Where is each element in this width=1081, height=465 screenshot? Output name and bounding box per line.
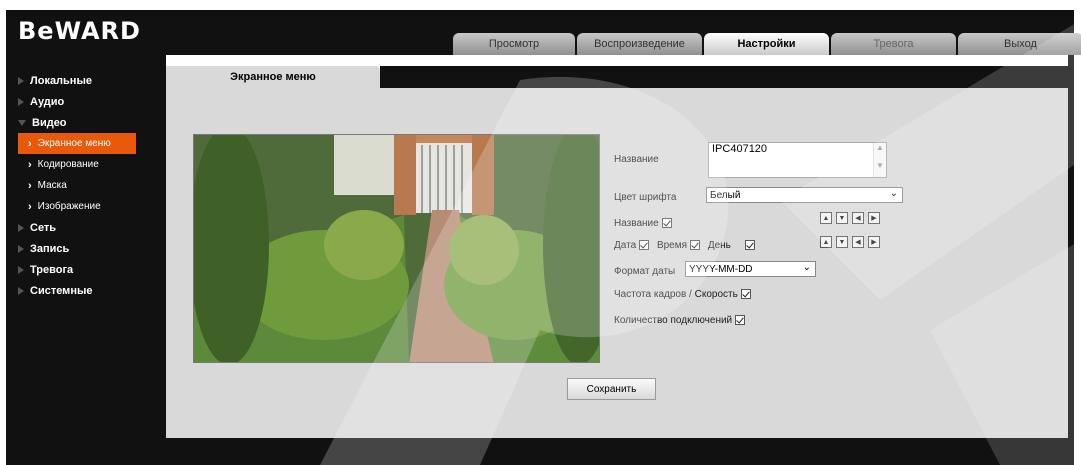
date-format-value: YYYY-MM-DD <box>689 263 753 275</box>
tab-view[interactable]: Просмотр <box>453 33 575 55</box>
date-down-button[interactable]: ▼ <box>836 236 848 248</box>
triangle-down-icon <box>18 119 26 126</box>
fps-checkbox[interactable] <box>740 289 751 300</box>
sidebar-subitem-label: Экранное меню <box>37 138 111 149</box>
sidebar-subitem-label: Кодирование <box>37 159 99 170</box>
sidebar-subitem-mask[interactable]: › Маска <box>18 175 158 196</box>
date-format-label: Формат даты <box>614 266 676 277</box>
sidebar: Локальные Аудио Видео › Экранное меню › Ко… <box>18 70 158 301</box>
tab-exit[interactable]: Выход <box>958 33 1081 55</box>
chevron-right-icon: › <box>28 158 32 171</box>
show-name-label: Название <box>614 218 659 229</box>
date-right-button[interactable]: ▶ <box>868 236 880 248</box>
tab-playback[interactable]: Воспроизведение <box>577 33 702 55</box>
right-edge <box>1068 55 1074 465</box>
chevron-right-icon: › <box>28 179 32 192</box>
name-right-button[interactable]: ▶ <box>868 212 880 224</box>
show-name-checkbox[interactable] <box>661 218 672 229</box>
app-frame: BeWARD Просмотр Воспроизведение Настройк… <box>0 0 1081 465</box>
sidebar-subitem-image[interactable]: › Изображение <box>18 196 158 217</box>
panel-header-strip <box>380 66 1068 88</box>
panel-tab-osd[interactable]: Экранное меню <box>166 66 380 88</box>
garden-path-image <box>194 135 599 362</box>
triangle-right-icon <box>18 76 24 85</box>
chevron-right-icon: › <box>28 200 32 213</box>
triangle-right-icon <box>18 265 24 274</box>
time-label: Время <box>656 240 688 251</box>
sidebar-subitem-label: Изображение <box>37 201 101 212</box>
textarea-scrollbar[interactable]: ▲ ▼ <box>873 143 886 177</box>
name-left-button[interactable]: ◀ <box>852 212 864 224</box>
sidebar-item-system[interactable]: Системные <box>18 280 158 301</box>
sidebar-item-video[interactable]: Видео <box>18 112 158 133</box>
sidebar-item-network[interactable]: Сеть <box>18 217 158 238</box>
time-checkbox[interactable] <box>690 240 701 251</box>
sidebar-item-local[interactable]: Локальные <box>18 70 158 91</box>
tab-alarm[interactable]: Тревога <box>831 33 956 55</box>
day-checkbox[interactable] <box>744 240 755 251</box>
font-color-value: Белый <box>710 189 741 201</box>
day-label: День <box>707 240 731 251</box>
triangle-right-icon <box>18 286 24 295</box>
chevron-down-icon: ⌄ <box>802 262 811 273</box>
sidebar-item-label: Запись <box>30 242 70 255</box>
sidebar-item-label: Системные <box>30 284 93 297</box>
sidebar-subitem-osd[interactable]: › Экранное меню <box>18 133 136 154</box>
sidebar-item-label: Видео <box>32 116 67 129</box>
main-tabs: Просмотр Воспроизведение Настройки Трево… <box>453 33 1081 55</box>
sidebar-subitem-encoding[interactable]: › Кодирование <box>18 154 158 175</box>
date-up-button[interactable]: ▲ <box>820 236 832 248</box>
bottom-bar <box>166 438 1074 465</box>
date-left-button[interactable]: ◀ <box>852 236 864 248</box>
fps-row: Частота кадров / Скорость <box>614 289 751 300</box>
fps-label: Частота кадров / Скорость <box>614 289 738 300</box>
sidebar-item-record[interactable]: Запись <box>18 238 158 259</box>
sidebar-item-label: Локальные <box>30 74 92 87</box>
sidebar-item-label: Сеть <box>30 221 57 234</box>
date-format-select[interactable]: YYYY-MM-DD ⌄ <box>685 261 816 277</box>
tab-settings[interactable]: Настройки <box>704 33 829 55</box>
sidebar-item-label: Тревога <box>30 263 74 276</box>
triangle-right-icon <box>18 244 24 253</box>
name-value: IPC407120 <box>712 143 768 155</box>
font-color-select[interactable]: Белый ⌄ <box>706 187 903 203</box>
date-checkbox[interactable] <box>639 240 650 251</box>
connections-row: Количество подключений <box>614 315 746 326</box>
sidebar-item-audio[interactable]: Аудио <box>18 91 158 112</box>
sidebar-subitem-label: Маска <box>37 180 67 191</box>
logo: BeWARD <box>18 17 141 45</box>
date-row: Дата Время День <box>614 240 755 251</box>
date-label: Дата <box>614 240 637 251</box>
triangle-right-icon <box>18 97 24 106</box>
show-name-row: Название <box>614 218 672 229</box>
save-button[interactable]: Сохранить <box>567 378 656 400</box>
sidebar-item-label: Аудио <box>30 95 65 108</box>
font-color-label: Цвет шрифта <box>614 192 677 203</box>
name-down-button[interactable]: ▼ <box>836 212 848 224</box>
chevron-down-icon: ⌄ <box>889 188 898 199</box>
name-up-button[interactable]: ▲ <box>820 212 832 224</box>
connections-checkbox[interactable] <box>735 315 746 326</box>
name-label: Название <box>614 154 659 165</box>
triangle-right-icon <box>18 223 24 232</box>
connections-label: Количество подключений <box>614 315 733 326</box>
camera-preview <box>193 134 600 363</box>
sidebar-item-alarm[interactable]: Тревога <box>18 259 158 280</box>
chevron-right-icon: › <box>28 137 32 150</box>
name-textarea[interactable]: IPC407120 ▲ ▼ <box>708 142 887 178</box>
